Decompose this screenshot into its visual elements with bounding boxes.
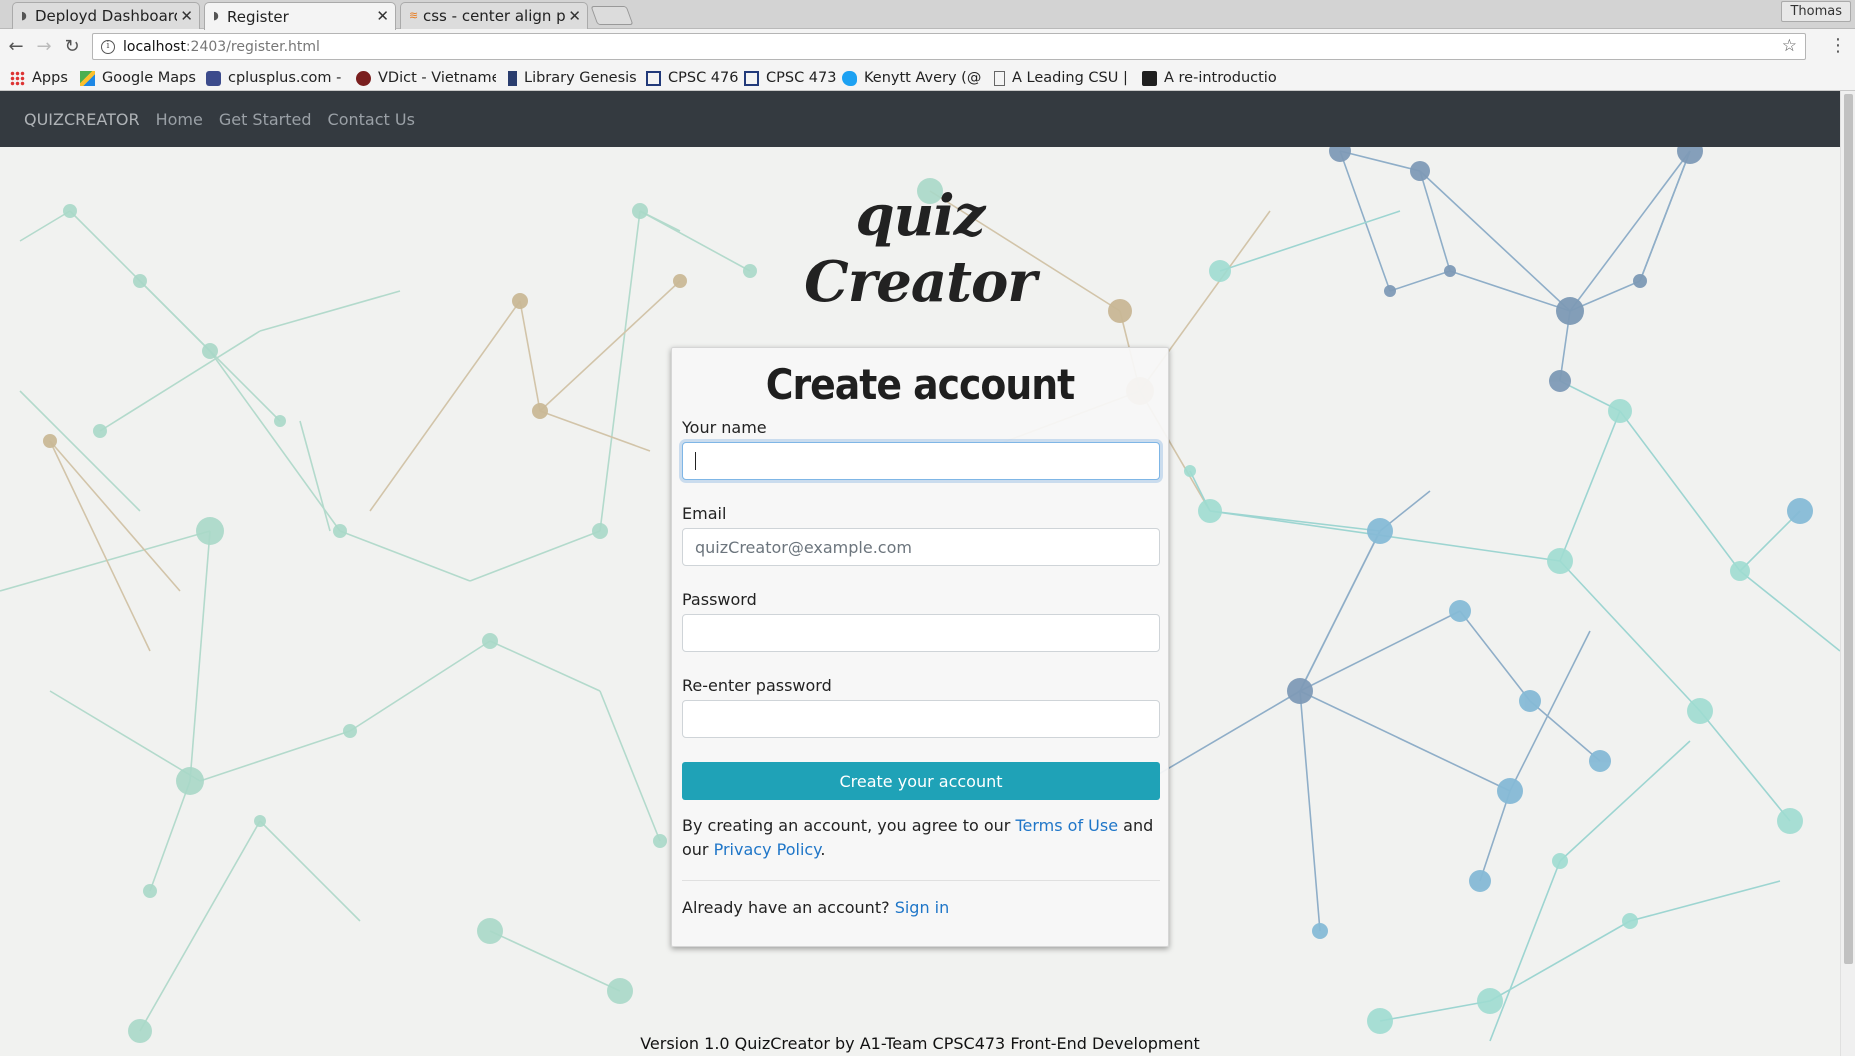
password-field[interactable] [682, 614, 1160, 652]
close-icon[interactable]: ✕ [376, 7, 389, 25]
email-field[interactable] [682, 528, 1160, 566]
bookmark-vdict[interactable]: VDict - Vietname [356, 68, 496, 88]
address-bar[interactable]: i localhost:2403/register.html ☆ [92, 33, 1806, 60]
repassword-field[interactable] [682, 700, 1160, 738]
browser-toolbar: ← → ↻ i localhost:2403/register.html ☆ ⋮ [0, 29, 1855, 65]
register-card: Create account Your name Email Password … [671, 347, 1169, 947]
terms-of-use-link[interactable]: Terms of Use [1015, 816, 1118, 835]
mdn-icon [1142, 70, 1157, 86]
reload-icon[interactable]: ↻ [60, 35, 84, 59]
deployd-favicon-icon: ◗ [21, 9, 27, 22]
divider [682, 880, 1160, 881]
bookmark-label: A re-introductio [1164, 70, 1277, 86]
browser-menu-icon[interactable]: ⋮ [1829, 35, 1847, 56]
bookmark-label: CPSC 473 [766, 70, 837, 86]
tab-css-center-align[interactable]: ≋ css - center align po ✕ [400, 2, 588, 29]
bookmark-csu[interactable]: A Leading CSU | [994, 68, 1128, 88]
name-label: Your name [682, 418, 767, 437]
bookmark-label: cplusplus.com - [228, 70, 342, 86]
stackoverflow-favicon-icon: ≋ [409, 9, 419, 22]
quizcreator-logo: quiz Creator [804, 183, 1037, 315]
tab-deployd-dashboard[interactable]: ◗ Deployd Dashboard ✕ [12, 2, 200, 29]
url-path: :2403/register.html [185, 38, 320, 55]
terms-notice: By creating an account, you agree to our… [682, 814, 1160, 862]
site-navbar: QUIZCREATOR Home Get Started Contact Us [0, 91, 1840, 147]
nav-link-get-started[interactable]: Get Started [219, 110, 312, 129]
bookmark-label: CPSC 476 [668, 70, 739, 86]
bookmark-kenytt-avery[interactable]: Kenytt Avery (@ [842, 68, 982, 88]
repassword-label: Re-enter password [682, 676, 832, 695]
page-viewport: QUIZCREATOR Home Get Started Contact Us … [0, 91, 1840, 1056]
calendar-icon [646, 70, 661, 86]
bookmark-label: Apps [32, 70, 68, 86]
bookmark-label: Kenytt Avery (@ [864, 70, 982, 86]
apps-grid-icon [10, 70, 25, 86]
bookmark-label: VDict - Vietname [378, 70, 496, 86]
bookmark-cpsc473[interactable]: CPSC 473 [744, 68, 836, 88]
cplusplus-icon [206, 70, 221, 86]
terms-suffix: . [820, 840, 826, 859]
bookmark-star-icon[interactable]: ☆ [1782, 36, 1797, 56]
bookmark-cpsc476[interactable]: CPSC 476 [646, 68, 738, 88]
page-footer: Version 1.0 QuizCreator by A1-Team CPSC4… [640, 1034, 1200, 1053]
new-tab-button[interactable] [590, 6, 634, 25]
bookmark-reintroduction[interactable]: A re-introductio [1142, 68, 1282, 88]
privacy-policy-link[interactable]: Privacy Policy [714, 840, 821, 859]
bookmark-library-genesis[interactable]: Library Genesis [508, 68, 637, 88]
nav-link-home[interactable]: Home [156, 110, 203, 129]
navbar-brand[interactable]: QUIZCREATOR [24, 110, 140, 129]
info-icon[interactable]: i [101, 39, 115, 54]
close-icon[interactable]: ✕ [568, 7, 581, 25]
page-scrollbar[interactable] [1840, 91, 1855, 1056]
name-field[interactable] [682, 442, 1160, 480]
email-label: Email [682, 504, 727, 523]
create-account-button[interactable]: Create your account [682, 762, 1160, 800]
sign-in-link[interactable]: Sign in [895, 898, 950, 917]
page-icon [994, 70, 1005, 86]
calendar-icon [744, 70, 759, 86]
forward-arrow-icon[interactable]: → [32, 35, 56, 59]
terms-prefix: By creating an account, you agree to our [682, 816, 1011, 835]
deployd-favicon-icon: ◗ [213, 9, 219, 22]
page-title: Create account [765, 360, 1075, 409]
profile-button[interactable]: Thomas [1781, 1, 1851, 22]
bookmark-google-maps[interactable]: Google Maps [80, 68, 196, 88]
bookmark-label: Library Genesis [524, 70, 637, 86]
password-label: Password [682, 590, 757, 609]
text-caret [695, 452, 696, 470]
bookmark-label: A Leading CSU | [1012, 70, 1128, 86]
bookmark-apps[interactable]: Apps [10, 68, 68, 88]
tab-label: Deployd Dashboard [35, 7, 177, 25]
vdict-icon [356, 70, 371, 86]
nav-link-contact-us[interactable]: Contact Us [328, 110, 415, 129]
tab-label: Register [227, 7, 289, 26]
url-host: localhost [123, 38, 186, 55]
bookmark-label: Google Maps [102, 70, 196, 86]
browser-tab-strip: ◗ Deployd Dashboard ✕ ◗ Register ✕ ≋ css… [0, 0, 1855, 30]
back-arrow-icon[interactable]: ← [4, 35, 28, 59]
tab-register[interactable]: ◗ Register ✕ [204, 2, 396, 30]
maps-icon [80, 70, 95, 86]
scrollbar-thumb[interactable] [1844, 94, 1853, 964]
close-icon[interactable]: ✕ [180, 7, 193, 25]
library-icon [508, 70, 517, 86]
signin-row: Already have an account? Sign in [682, 898, 949, 917]
bookmarks-bar: Apps Google Maps cplusplus.com - VDict -… [0, 65, 1855, 91]
bookmark-cplusplus[interactable]: cplusplus.com - [206, 68, 346, 88]
tab-label: css - center align po [423, 7, 565, 25]
signin-prompt: Already have an account? [682, 898, 890, 917]
twitter-icon [842, 70, 857, 86]
